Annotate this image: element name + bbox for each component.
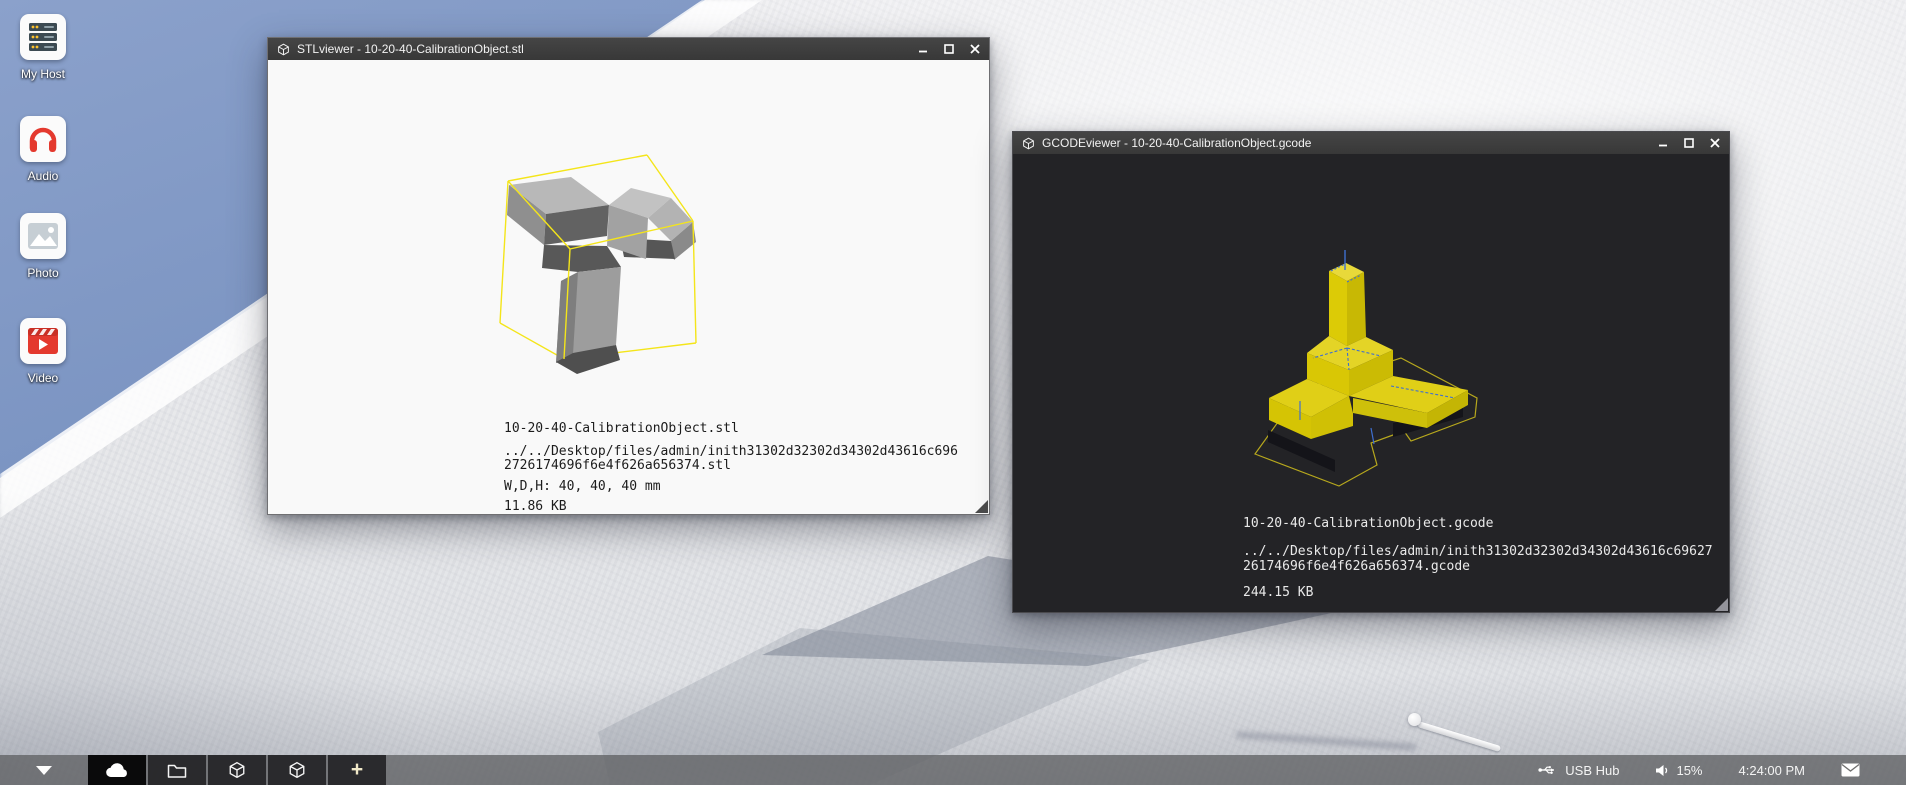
taskbar-cloud-button[interactable] [88, 755, 146, 785]
tray-clock[interactable]: 4:24:00 PM [1739, 763, 1806, 778]
gcode-window-titlebar[interactable]: GCODEviewer - 10-20-40-CalibrationObject… [1013, 132, 1729, 154]
resize-grip[interactable] [1715, 598, 1728, 611]
stl-filesize: 11.86 KB [504, 500, 567, 514]
gcode-viewport[interactable]: 10-20-40-CalibrationObject.gcode ../../D… [1013, 154, 1729, 612]
desktop-icon-photo[interactable]: Photo [12, 213, 74, 280]
desktop-icon-label: Video [12, 371, 74, 385]
close-button[interactable] [969, 44, 980, 55]
cube-icon [1022, 137, 1035, 150]
tray-volume[interactable]: 15% [1655, 763, 1702, 778]
tray-mail[interactable] [1841, 763, 1860, 777]
minimize-button[interactable] [1657, 138, 1668, 149]
video-icon [20, 318, 66, 364]
close-button[interactable] [1709, 138, 1720, 149]
stl-viewport[interactable]: 10-20-40-CalibrationObject.stl ../../Des… [268, 60, 989, 514]
maximize-button[interactable] [943, 44, 954, 55]
taskbar-add-button[interactable]: + [328, 755, 386, 785]
wallpaper-stick-knob [1408, 713, 1421, 726]
maximize-button[interactable] [1683, 138, 1694, 149]
chevron-down-icon [36, 766, 52, 775]
taskbar-show-desktop-button[interactable] [0, 755, 88, 785]
plus-icon: + [351, 759, 363, 780]
cube-icon [228, 761, 246, 779]
gcode-filename: 10-20-40-CalibrationObject.gcode [1243, 517, 1493, 531]
taskbar-file-manager-button[interactable] [148, 755, 206, 785]
stl-filepath-line1: ../../Desktop/files/admin/inith31302d323… [504, 445, 958, 459]
resize-grip[interactable] [975, 500, 988, 513]
taskbar: + USB Hub 15% 4:24:00 PM [0, 755, 1906, 785]
envelope-icon [1841, 763, 1860, 777]
gcode-window-controls [1657, 138, 1720, 149]
stl-window-titlebar[interactable]: STLviewer - 10-20-40-CalibrationObject.s… [268, 38, 989, 60]
headphones-icon [20, 116, 66, 162]
gcode-viewer-window: GCODEviewer - 10-20-40-CalibrationObject… [1012, 131, 1730, 613]
system-tray: USB Hub 15% 4:24:00 PM [1538, 755, 1906, 785]
taskbar-stl-viewer-button[interactable] [208, 755, 266, 785]
tray-clock-label: 4:24:00 PM [1739, 763, 1806, 778]
gcode-window-title: GCODEviewer - 10-20-40-CalibrationObject… [1042, 136, 1647, 150]
stl-window-controls [917, 44, 980, 55]
stl-filepath-line2: 2726174696f6e4f626a656374.stl [504, 459, 731, 473]
cloud-icon [104, 760, 130, 780]
desktop-icon-label: Photo [12, 266, 74, 280]
photo-icon [20, 213, 66, 259]
stl-3d-model [481, 141, 741, 381]
desktop-icon-label: My Host [12, 67, 74, 81]
stl-window-title: STLviewer - 10-20-40-CalibrationObject.s… [297, 42, 907, 56]
speaker-icon [1655, 764, 1669, 777]
cube-icon [277, 43, 290, 56]
taskbar-spacer [388, 755, 1538, 785]
tray-volume-label: 15% [1676, 763, 1702, 778]
desktop-icon-audio[interactable]: Audio [12, 116, 74, 183]
minimize-button[interactable] [917, 44, 928, 55]
gcode-filepath-line1: ../../Desktop/files/admin/inith31302d323… [1243, 545, 1713, 559]
tray-usb-label: USB Hub [1565, 763, 1619, 778]
stl-filename: 10-20-40-CalibrationObject.stl [504, 422, 739, 436]
folder-icon [167, 762, 187, 779]
usb-icon [1538, 764, 1558, 776]
stl-viewer-window: STLviewer - 10-20-40-CalibrationObject.s… [267, 37, 990, 515]
gcode-filepath-line2: 26174696f6e4f626a656374.gcode [1243, 560, 1470, 574]
gcode-filesize: 244.15 KB [1243, 586, 1313, 600]
stl-dimensions: W,D,H: 40, 40, 40 mm [504, 480, 661, 494]
taskbar-gcode-viewer-button[interactable] [268, 755, 326, 785]
server-icon [20, 14, 66, 60]
desktop-icon-label: Audio [12, 169, 74, 183]
tray-usb[interactable]: USB Hub [1538, 763, 1619, 778]
cube-icon [288, 761, 306, 779]
desktop-icon-my-host[interactable]: My Host [12, 14, 74, 81]
gcode-3d-model [1241, 240, 1521, 490]
desktop-icon-video[interactable]: Video [12, 318, 74, 385]
